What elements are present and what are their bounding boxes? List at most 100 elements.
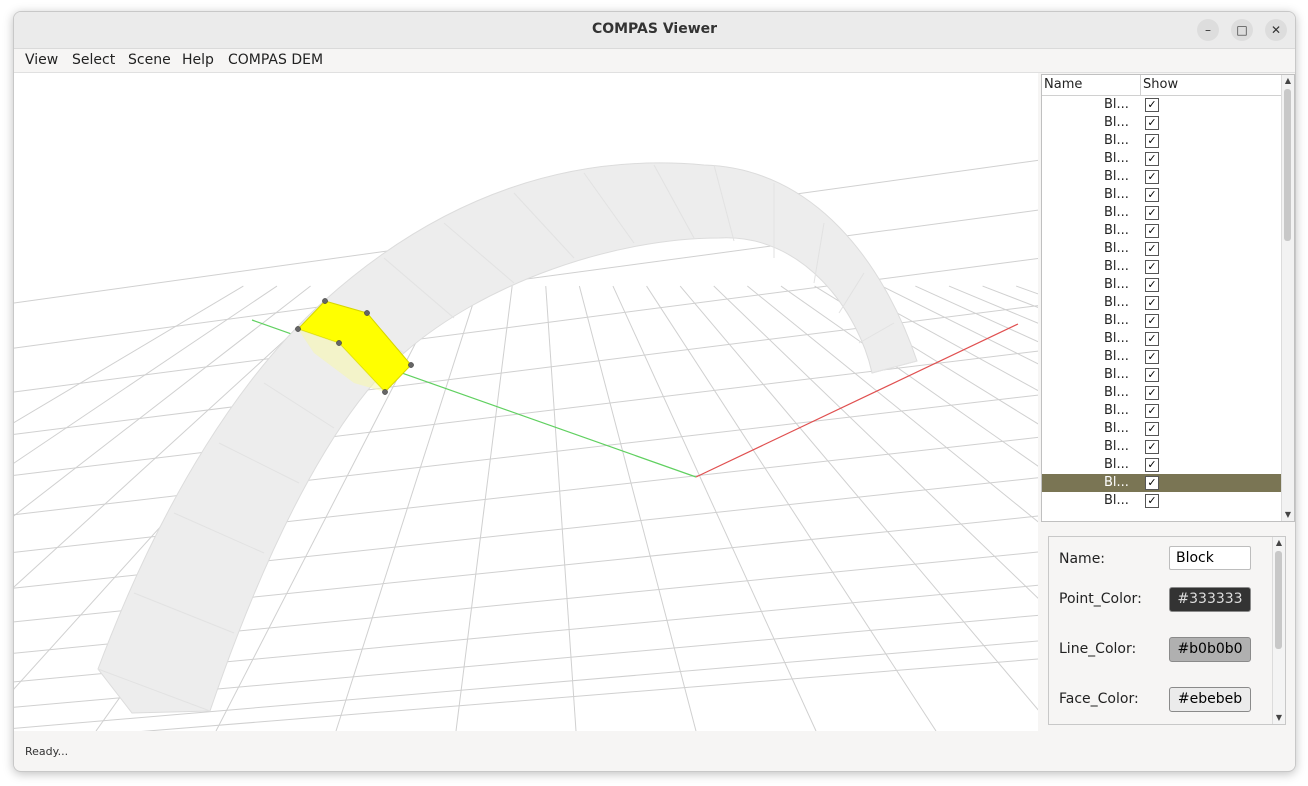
point-color-button[interactable]: #333333 [1169, 587, 1251, 612]
show-checkbox[interactable]: ✓ [1145, 440, 1159, 454]
show-checkbox[interactable]: ✓ [1145, 170, 1159, 184]
show-checkbox[interactable]: ✓ [1145, 98, 1159, 112]
tree-header: Name Show [1042, 75, 1281, 96]
show-checkbox[interactable]: ✓ [1145, 368, 1159, 382]
show-checkbox[interactable]: ✓ [1145, 404, 1159, 418]
scene-canvas[interactable] [14, 73, 1295, 743]
grid-line [455, 285, 513, 732]
tree-row[interactable]: Bl... ✓ [1042, 150, 1281, 168]
tree-row-label: Bl... [1104, 313, 1129, 328]
tree-row[interactable]: Bl... ✓ [1042, 222, 1281, 240]
close-icon: ✕ [1270, 23, 1282, 37]
grid-line [679, 285, 1057, 732]
menu-help[interactable]: Help [182, 52, 214, 68]
tree-row-label: Bl... [1104, 295, 1129, 310]
tree-row[interactable]: Bl... ✓ [1042, 384, 1281, 402]
face-color-button[interactable]: #ebebeb [1169, 687, 1251, 712]
scroll-up-icon[interactable]: ▲ [1273, 537, 1285, 549]
line-color-label: Line_Color: [1059, 641, 1137, 657]
tree-row-label: Bl... [1104, 331, 1129, 346]
tree-row-label: Bl... [1104, 223, 1129, 238]
minimize-button[interactable]: – [1197, 19, 1219, 41]
arch-model[interactable] [97, 162, 918, 714]
show-checkbox[interactable]: ✓ [1145, 134, 1159, 148]
face-color-label: Face_Color: [1059, 691, 1139, 707]
tree-row-label: Bl... [1104, 439, 1129, 454]
property-scrollbar[interactable]: ▲ ▼ [1272, 537, 1285, 724]
tree-row[interactable]: Bl... ✓ [1042, 438, 1281, 456]
show-checkbox[interactable]: ✓ [1145, 260, 1159, 274]
show-checkbox[interactable]: ✓ [1145, 476, 1159, 490]
menu-bar: View Select Scene Help COMPAS DEM [14, 49, 1295, 73]
grid-line [578, 285, 697, 732]
menu-compas-dem[interactable]: COMPAS DEM [228, 52, 323, 68]
show-checkbox[interactable]: ✓ [1145, 188, 1159, 202]
maximize-button[interactable]: □ [1231, 19, 1253, 41]
tree-row[interactable]: Bl... ✓ [1042, 204, 1281, 222]
show-checkbox[interactable]: ✓ [1145, 242, 1159, 256]
tree-row-label: Bl... [1104, 241, 1129, 256]
tree-row[interactable]: Bl... ✓ [1042, 114, 1281, 132]
tree-row[interactable]: Bl... ✓ [1042, 132, 1281, 150]
tree-row-label: Bl... [1104, 349, 1129, 364]
scroll-up-icon[interactable]: ▲ [1282, 75, 1294, 87]
tree-row[interactable]: Bl... ✓ [1042, 312, 1281, 330]
property-panel: Name: Point_Color: #333333 Line_Color: #… [1048, 536, 1286, 725]
tree-row[interactable]: Bl... ✓ [1042, 492, 1281, 510]
grid-line [982, 285, 1295, 408]
line-color-button[interactable]: #b0b0b0 [1169, 637, 1251, 662]
tree-row[interactable]: Bl... ✓ [1042, 168, 1281, 186]
show-checkbox[interactable]: ✓ [1145, 332, 1159, 346]
scene-tree[interactable]: Name Show Bl... ✓ Bl... ✓ Bl... ✓ Bl... ✓ Bl... ✓… [1041, 74, 1295, 522]
tree-scrollbar[interactable]: ▲ ▼ [1281, 75, 1294, 521]
show-checkbox[interactable]: ✓ [1145, 350, 1159, 364]
scroll-thumb[interactable] [1284, 89, 1291, 241]
title-bar[interactable]: COMPAS Viewer – □ ✕ [14, 12, 1295, 49]
tree-row[interactable]: Bl... ✓ [1042, 348, 1281, 366]
tree-row-label: Bl... [1104, 151, 1129, 166]
show-checkbox[interactable]: ✓ [1145, 152, 1159, 166]
tree-row[interactable]: Bl... ✓ [1042, 456, 1281, 474]
header-show[interactable]: Show [1143, 77, 1178, 92]
grid-line [814, 285, 1295, 583]
tree-row-label: Bl... [1104, 169, 1129, 184]
menu-view[interactable]: View [25, 52, 58, 68]
tree-row-label: Bl... [1104, 421, 1129, 436]
name-field[interactable] [1169, 546, 1251, 570]
tree-row[interactable]: Bl... ✓ [1042, 294, 1281, 312]
scroll-thumb[interactable] [1275, 551, 1282, 649]
show-checkbox[interactable]: ✓ [1145, 278, 1159, 292]
tree-row[interactable]: Bl... ✓ [1042, 366, 1281, 384]
tree-row[interactable]: Bl... ✓ [1042, 402, 1281, 420]
menu-scene[interactable]: Scene [128, 52, 171, 68]
tree-row[interactable]: Bl... ✓ [1042, 276, 1281, 294]
show-checkbox[interactable]: ✓ [1145, 422, 1159, 436]
app-window: COMPAS Viewer – □ ✕ View Select Scene He… [13, 11, 1296, 772]
tree-row[interactable]: Bl... ✓ [1042, 240, 1281, 258]
show-checkbox[interactable]: ✓ [1145, 116, 1159, 130]
tree-row[interactable]: Bl... ✓ [1042, 186, 1281, 204]
show-checkbox[interactable]: ✓ [1145, 224, 1159, 238]
show-checkbox[interactable]: ✓ [1145, 386, 1159, 400]
3d-viewport[interactable] [14, 73, 1295, 743]
show-checkbox[interactable]: ✓ [1145, 314, 1159, 328]
scroll-down-icon[interactable]: ▼ [1282, 509, 1294, 521]
tree-row[interactable]: Bl... ✓ [1042, 96, 1281, 114]
header-name[interactable]: Name [1044, 77, 1082, 92]
minimize-icon: – [1205, 23, 1211, 37]
scroll-down-icon[interactable]: ▼ [1273, 712, 1285, 724]
tree-row[interactable]: Bl... ✓ [1042, 420, 1281, 438]
tree-row-label: Bl... [1104, 97, 1129, 112]
menu-select[interactable]: Select [72, 52, 115, 68]
tree-row[interactable]: Bl... ✓ [1042, 330, 1281, 348]
tree-row-label: Bl... [1104, 133, 1129, 148]
show-checkbox[interactable]: ✓ [1145, 296, 1159, 310]
tree-row-label: Bl... [1104, 367, 1129, 382]
show-checkbox[interactable]: ✓ [1145, 494, 1159, 508]
close-button[interactable]: ✕ [1265, 19, 1287, 41]
status-bar: Ready... [14, 732, 1295, 770]
show-checkbox[interactable]: ✓ [1145, 206, 1159, 220]
tree-row[interactable]: Bl... ✓ [1042, 258, 1281, 276]
show-checkbox[interactable]: ✓ [1145, 458, 1159, 472]
tree-row[interactable]: Bl... ✓ [1042, 474, 1281, 492]
